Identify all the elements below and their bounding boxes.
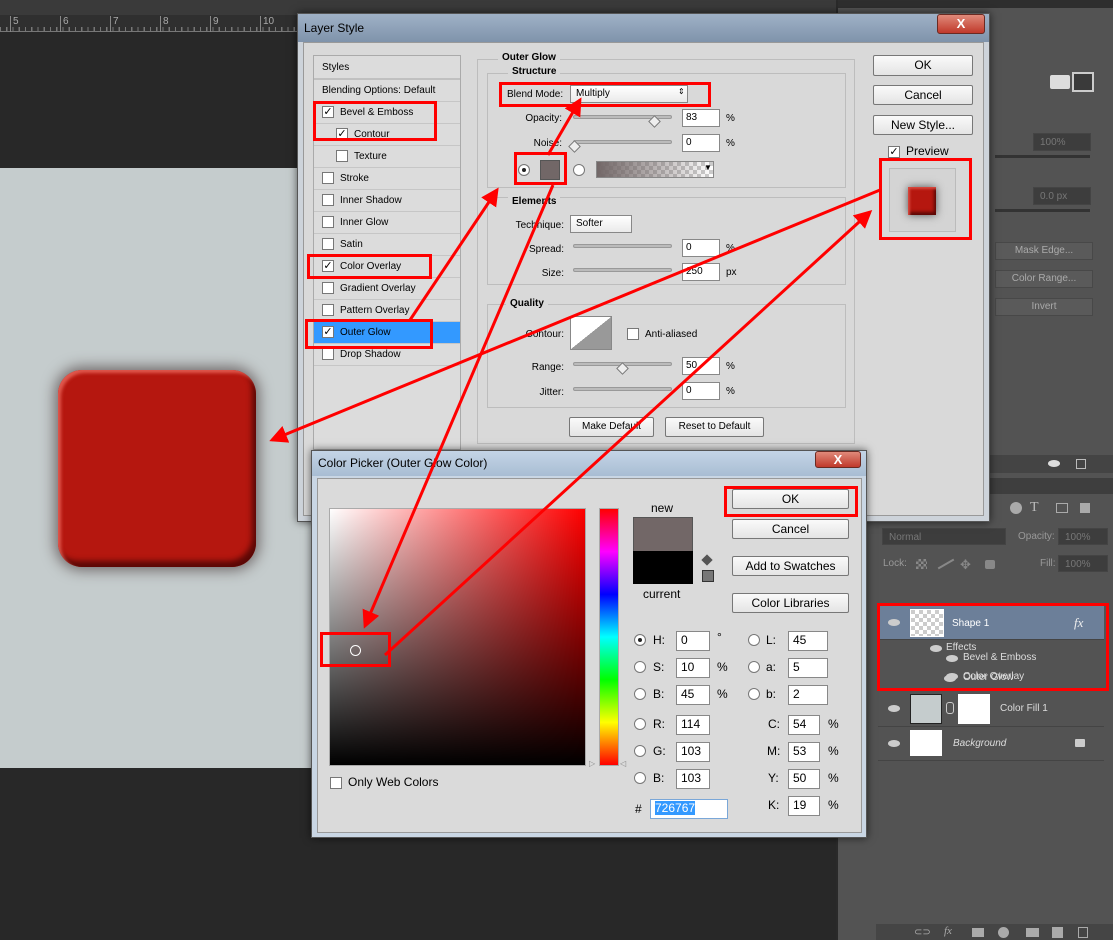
arrow-preview-to-shape (269, 188, 881, 443)
annotation-arrows (269, 97, 881, 657)
arrow-picker-to-preview (383, 209, 873, 657)
arrow-outer-glow-to-glow-color (408, 187, 499, 321)
arrow-glow-color-to-picker (362, 184, 555, 629)
arrow-glow-color-to-blend-mode (546, 97, 582, 156)
